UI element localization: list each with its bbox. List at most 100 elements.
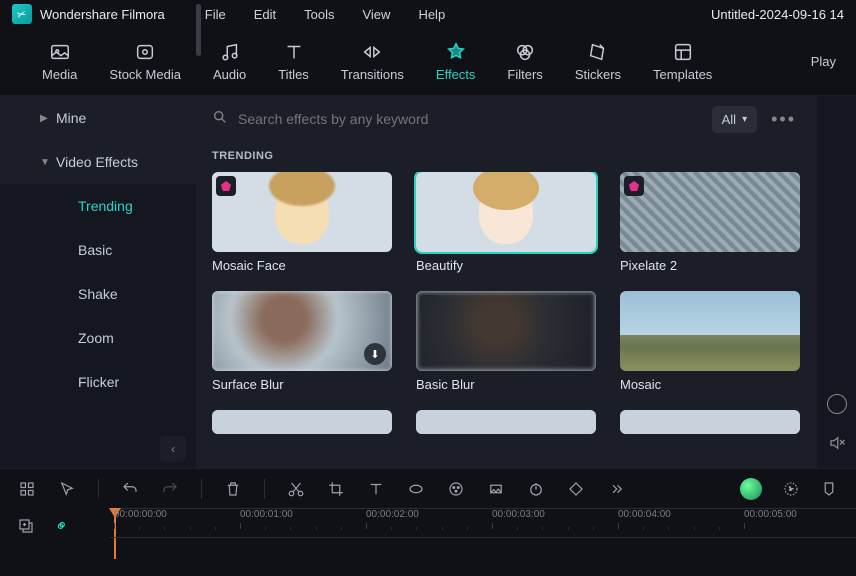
sidebar-item-label: Basic [78,242,112,258]
tab-templates-label: Templates [653,67,712,82]
stock-media-icon [134,41,156,63]
sidebar-sub-trending[interactable]: Trending [0,184,196,228]
effects-icon [445,41,467,63]
mask-button[interactable] [407,480,425,498]
sidebar-sub-basic[interactable]: Basic [0,228,196,272]
effect-label: Surface Blur [212,377,392,392]
stickers-icon [587,41,609,63]
search-row: All ▾ ••• [196,96,816,142]
separator [264,479,265,499]
timeline-ruler[interactable]: 00:00:00:0000:00:01:0000:00:02:0000:00:0… [110,508,856,576]
effect-card-basic-blur[interactable]: Basic Blur [416,291,596,392]
effect-card-partial[interactable] [416,410,596,434]
menu-view[interactable]: View [362,7,390,22]
effect-card-beautify[interactable]: Beautify [416,172,596,273]
motion-button[interactable] [487,480,505,498]
tab-filters-label: Filters [507,67,542,82]
ruler-tick: 00:00:03:00 [492,509,545,520]
filter-dropdown[interactable]: All ▾ [712,106,757,133]
document-title: Untitled-2024-09-16 14 [711,7,844,22]
sidebar-collapse-button[interactable]: ‹ [160,436,186,462]
add-track-button[interactable] [16,516,36,536]
section-title: TRENDING [196,142,816,172]
timeline-toolbar [0,468,856,508]
effects-grid: Mosaic Face Beautify Pixelate 2 [196,172,816,434]
link-button[interactable]: ⚭ [48,512,76,540]
chevron-down-icon: ▼ [40,157,50,168]
premium-icon [216,176,236,196]
ruler-baseline [110,537,856,538]
tab-templates[interactable]: Templates [653,41,712,82]
effect-card-mosaic-face[interactable]: Mosaic Face [212,172,392,273]
text-button[interactable] [367,480,385,498]
speed-button[interactable] [527,480,545,498]
tab-stickers[interactable]: Stickers [575,41,621,82]
ruler-tick: 00:00:02:00 [366,509,419,520]
tab-filters[interactable]: Filters [507,41,542,82]
menu-help[interactable]: Help [418,7,445,22]
sidebar-scrollbar[interactable] [196,4,201,56]
menu-tools[interactable]: Tools [304,7,334,22]
effect-card-partial[interactable] [212,410,392,434]
keyframe-button[interactable] [567,480,585,498]
sidebar-item-label: Flicker [78,374,119,390]
sidebar-item-mine[interactable]: ▶ Mine [0,96,196,140]
record-button[interactable] [827,394,847,414]
effect-card-partial[interactable] [620,410,800,434]
more-options-button[interactable]: ••• [767,109,800,130]
top-menu-bar: Wondershare Filmora File Edit Tools View… [0,0,856,28]
mute-icon[interactable] [828,434,846,457]
tab-titles[interactable]: Titles [278,41,309,82]
redo-button[interactable] [161,480,179,498]
tab-media[interactable]: Media [42,41,77,82]
app-name: Wondershare Filmora [40,7,165,22]
tab-audio[interactable]: Audio [213,41,246,82]
effects-sidebar: ▶ Mine ▼ Video Effects Trending Basic Sh… [0,96,196,468]
ai-assistant-button[interactable] [740,478,762,500]
effect-label: Basic Blur [416,377,596,392]
tab-titles-label: Titles [278,67,309,82]
ruler-tick: 00:00:00:00 [114,509,167,520]
search-input[interactable] [238,111,702,127]
more-tools-button[interactable] [607,480,625,498]
cut-button[interactable] [287,480,305,498]
effect-thumbnail [620,291,800,371]
effect-thumbnail [416,291,596,371]
effect-card-surface-blur[interactable]: ⬇ Surface Blur [212,291,392,392]
chevron-down-icon: ▾ [742,114,747,125]
effects-panel: All ▾ ••• TRENDING Mosaic Face Beautify [196,96,816,468]
templates-icon [672,41,694,63]
audio-icon [219,41,241,63]
crop-button[interactable] [327,480,345,498]
effect-thumbnail [416,410,596,434]
cursor-tool-icon[interactable] [58,480,76,498]
effect-card-mosaic[interactable]: Mosaic [620,291,800,392]
sidebar-item-video-effects[interactable]: ▼ Video Effects [0,140,196,184]
tab-transitions[interactable]: Transitions [341,41,404,82]
color-button[interactable] [447,480,465,498]
delete-button[interactable] [224,480,242,498]
effect-thumbnail [212,172,392,252]
timeline-track-controls: ⚭ [0,508,110,576]
grid-tool-icon[interactable] [18,480,36,498]
titles-icon [283,41,305,63]
download-icon[interactable]: ⬇ [364,343,386,365]
sidebar-sub-flicker[interactable]: Flicker [0,360,196,404]
undo-button[interactable] [121,480,139,498]
search-icon [212,109,228,130]
tab-effects[interactable]: Effects [436,41,476,82]
marker-button[interactable] [820,480,838,498]
tab-effects-label: Effects [436,67,476,82]
tab-stock-media[interactable]: Stock Media [109,41,181,82]
tab-stock-media-label: Stock Media [109,67,181,82]
menu-file[interactable]: File [205,7,226,22]
menu-edit[interactable]: Edit [254,7,276,22]
sidebar-item-label: Mine [56,110,86,126]
tab-transitions-label: Transitions [341,67,404,82]
effect-card-pixelate-2[interactable]: Pixelate 2 [620,172,800,273]
ruler-tick: 00:00:05:00 [744,509,797,520]
filters-icon [514,41,536,63]
render-button[interactable] [782,480,800,498]
sidebar-sub-zoom[interactable]: Zoom [0,316,196,360]
sidebar-sub-shake[interactable]: Shake [0,272,196,316]
